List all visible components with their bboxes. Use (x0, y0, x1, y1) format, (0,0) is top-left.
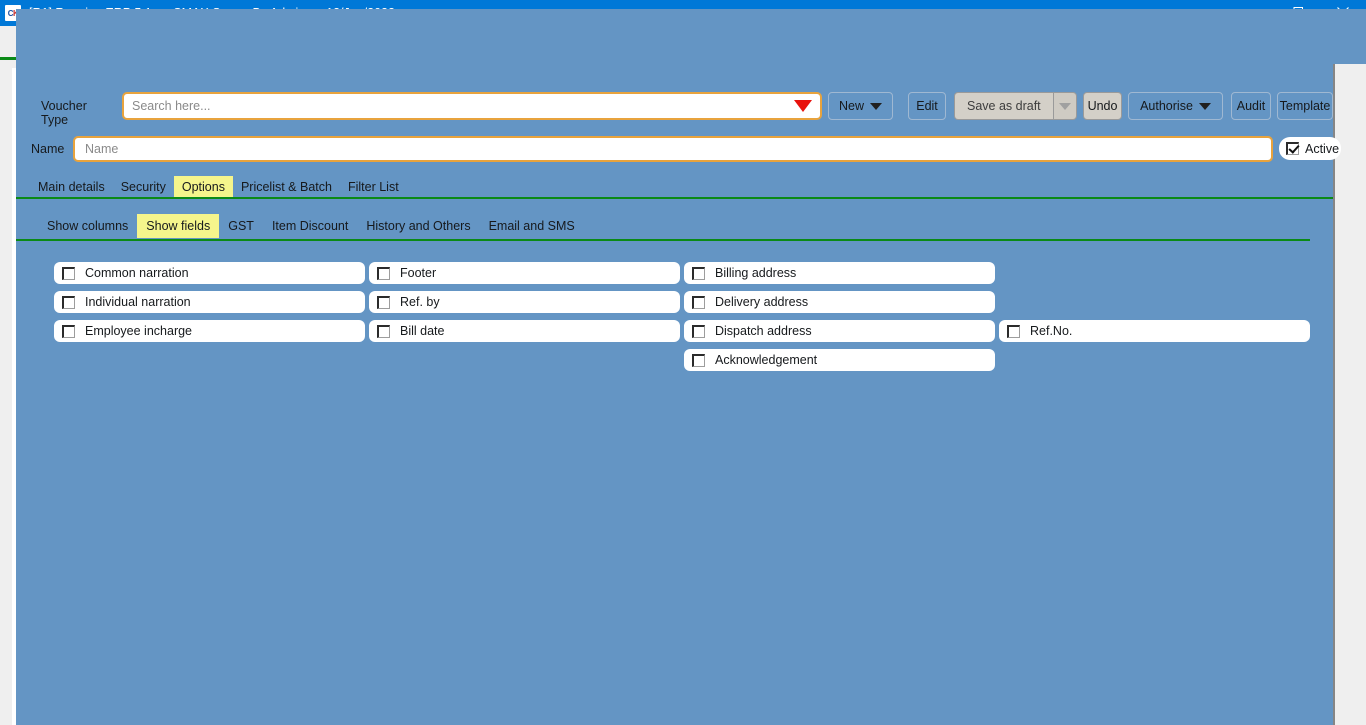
audit-button-label: Audit (1236, 99, 1266, 113)
authorise-button[interactable]: Authorise (1128, 92, 1223, 120)
checkbox-icon[interactable] (1007, 324, 1020, 338)
checkbox-icon[interactable] (62, 324, 75, 338)
subtab-email-and-sms[interactable]: Email and SMS (480, 214, 584, 238)
name-placeholder: Name (85, 142, 119, 156)
field-label: Common narration (85, 266, 189, 280)
active-checkbox-label: Active (1305, 141, 1340, 156)
checkbox-icon[interactable] (692, 295, 705, 309)
template-button[interactable]: Template (1277, 92, 1333, 120)
edit-button[interactable]: Edit (908, 92, 946, 120)
subtab-show-fields[interactable]: Show fields (137, 214, 220, 238)
new-button-label: New (839, 99, 865, 113)
tab-pricelist-and-batch[interactable]: Pricelist & Batch (233, 176, 340, 198)
tab-security[interactable]: Security (113, 176, 174, 198)
tab-main-details[interactable]: Main details (30, 176, 113, 198)
name-label: Name (31, 142, 65, 156)
tab-separator-secondary (16, 239, 1310, 241)
field-employee-incharge[interactable]: Employee incharge (54, 320, 365, 342)
authorise-button-label: Authorise (1140, 99, 1193, 113)
field-bill-date[interactable]: Bill date (369, 320, 680, 342)
voucher-type-label: Voucher Type (41, 99, 87, 127)
checkbox-icon[interactable] (692, 324, 705, 338)
voucher-type-search-input[interactable]: Search here... (122, 92, 822, 120)
field-individual-narration[interactable]: Individual narration (54, 291, 365, 313)
checkbox-icon[interactable] (1286, 142, 1299, 155)
chevron-down-icon[interactable] (794, 100, 812, 112)
field-label: Ref.No. (1030, 324, 1073, 338)
field-label: Employee incharge (85, 324, 193, 338)
field-common-narration[interactable]: Common narration (54, 262, 365, 284)
tab-filter-list[interactable]: Filter List (340, 176, 407, 198)
audit-button[interactable]: Audit (1231, 92, 1271, 120)
checkbox-icon[interactable] (62, 295, 75, 309)
field-footer[interactable]: Footer (369, 262, 680, 284)
checkbox-icon[interactable] (377, 266, 390, 280)
checkbox-icon[interactable] (62, 266, 75, 280)
undo-button[interactable]: Undo (1083, 92, 1122, 120)
subtab-show-columns[interactable]: Show columns (38, 214, 137, 238)
field-billing-address[interactable]: Billing address (684, 262, 995, 284)
tab-separator-primary (16, 197, 1333, 199)
tab-options[interactable]: Options (173, 176, 233, 198)
voucher-type-placeholder: Search here... (132, 99, 211, 113)
field-label: Dispatch address (715, 324, 812, 338)
save-as-draft-dropdown[interactable] (1052, 92, 1077, 120)
save-as-draft-label: Save as draft (954, 92, 1053, 120)
checkbox-icon[interactable] (377, 324, 390, 338)
right-gutter (1335, 64, 1366, 725)
chevron-down-icon (1058, 102, 1071, 110)
chevron-down-icon (1198, 102, 1211, 110)
main-tabs: Main details Security Options Pricelist … (30, 176, 407, 198)
field-label: Billing address (715, 266, 797, 280)
field-label: Footer (400, 266, 437, 280)
sub-tabs: Show columns Show fields GST Item Discou… (38, 214, 584, 238)
save-as-draft-button[interactable]: Save as draft (954, 92, 1077, 120)
field-ref-no[interactable]: Ref.No. (999, 320, 1310, 342)
field-label: Ref. by (400, 295, 440, 309)
name-input[interactable]: Name (73, 136, 1273, 162)
subtab-item-discount[interactable]: Item Discount (263, 214, 357, 238)
field-label: Bill date (400, 324, 445, 338)
field-delivery-address[interactable]: Delivery address (684, 291, 995, 313)
field-label: Individual narration (85, 295, 191, 309)
field-dispatch-address[interactable]: Dispatch address (684, 320, 995, 342)
undo-button-label: Undo (1087, 99, 1118, 113)
checkbox-icon[interactable] (377, 295, 390, 309)
checkbox-icon[interactable] (692, 266, 705, 280)
new-button[interactable]: New (828, 92, 894, 120)
field-label: Acknowledgement (715, 353, 818, 367)
chevron-down-icon (870, 102, 883, 110)
active-checkbox[interactable]: Active (1279, 137, 1341, 160)
right-divider (1333, 64, 1335, 725)
field-ref-by[interactable]: Ref. by (369, 291, 680, 313)
template-button-label: Template (1279, 99, 1331, 113)
edit-button-label: Edit (916, 99, 938, 113)
checkbox-icon[interactable] (692, 353, 705, 367)
field-label: Delivery address (715, 295, 809, 309)
field-acknowledgement[interactable]: Acknowledgement (684, 349, 995, 371)
subtab-gst[interactable]: GST (219, 214, 263, 238)
subtab-history-and-others[interactable]: History and Others (357, 214, 479, 238)
